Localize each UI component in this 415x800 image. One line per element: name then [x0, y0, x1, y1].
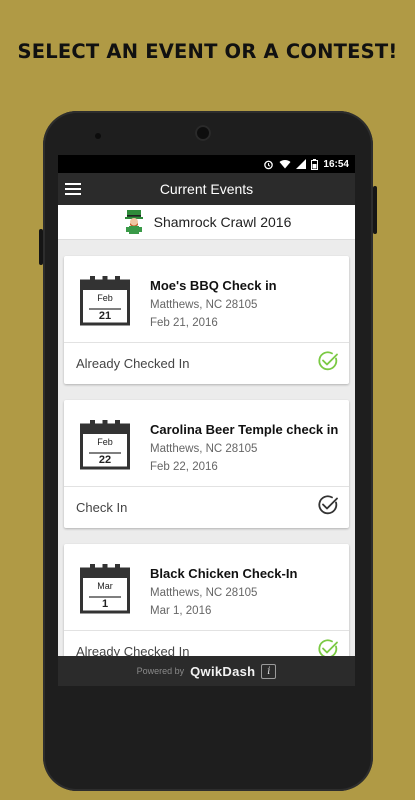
calendar-month: Feb: [97, 293, 113, 303]
event-location: Matthews, NC 28105: [150, 443, 258, 455]
event-date: Feb 22, 2016: [150, 461, 218, 473]
check-in-icon[interactable]: [317, 494, 339, 521]
calendar-icon: Feb 21: [80, 276, 130, 331]
check-in-status: Already Checked In: [76, 356, 190, 371]
checked-in-icon[interactable]: [317, 350, 339, 377]
phone-volume-button: [39, 229, 43, 265]
powered-by-footer: Powered by QwikDash i: [58, 656, 355, 686]
status-time: 16:54: [323, 158, 349, 170]
check-in-row[interactable]: Already Checked In: [64, 343, 349, 384]
card-info: Black Chicken Check-In Matthews, NC 2810…: [150, 566, 297, 623]
front-camera: [95, 133, 101, 139]
event-location: Matthews, NC 28105: [150, 299, 258, 311]
calendar-month: Mar: [97, 581, 113, 591]
event-title: Moe's BBQ Check in: [150, 278, 277, 293]
event-name: Shamrock Crawl 2016: [153, 214, 292, 230]
check-in-row[interactable]: Check In: [64, 487, 349, 528]
leprechaun-icon: [124, 210, 143, 234]
card-details: Mar 1 Black Chicken Check-In Matthews, N…: [64, 544, 349, 631]
event-date: Mar 1, 2016: [150, 605, 212, 617]
app-bar-title: Current Events: [159, 181, 254, 197]
phone-power-button: [373, 186, 377, 234]
brand-logo: QwikDash: [190, 663, 256, 679]
calendar-day: 1: [101, 598, 109, 610]
alarm-icon: [264, 160, 274, 169]
event-title: Black Chicken Check-In: [150, 566, 298, 581]
promo-headline: SELECT AN EVENT OR A CONTEST!: [17, 40, 398, 63]
event-title: Carolina Beer Temple check in: [150, 422, 339, 437]
signal-icon: [296, 159, 307, 169]
event-location: Matthews, NC 28105: [150, 587, 258, 599]
card-info: Moe's BBQ Check in Matthews, NC 28105 Fe…: [150, 278, 277, 335]
app-screen: 16:54 Current Events Shamrock Crawl 2016: [58, 155, 355, 686]
event-card[interactable]: Feb 21 Moe's BBQ Check in Matthews, NC 2…: [64, 256, 349, 384]
calendar-icon: Mar 1: [80, 564, 130, 619]
wifi-icon: [279, 159, 291, 169]
calendar-day: 21: [98, 310, 112, 322]
phone-speaker: [195, 125, 211, 141]
event-card[interactable]: Feb 22 Carolina Beer Temple check in Mat…: [64, 400, 349, 528]
event-selector[interactable]: Shamrock Crawl 2016: [58, 205, 355, 240]
app-bar: Current Events: [58, 173, 355, 205]
calendar-month: Feb: [97, 437, 113, 447]
phone-frame: 16:54 Current Events Shamrock Crawl 2016: [39, 111, 377, 791]
card-details: Feb 22 Carolina Beer Temple check in Mat…: [64, 400, 349, 487]
event-list: Feb 21 Moe's BBQ Check in Matthews, NC 2…: [58, 240, 355, 672]
card-info: Carolina Beer Temple check in Matthews, …: [150, 422, 338, 479]
status-bar: 16:54: [58, 155, 355, 173]
calendar-icon: Feb 22: [80, 420, 130, 475]
info-icon[interactable]: i: [261, 663, 277, 679]
battery-icon: [311, 158, 319, 170]
event-date: Feb 21, 2016: [150, 317, 218, 329]
hamburger-menu-icon[interactable]: [64, 180, 82, 198]
calendar-day: 22: [98, 454, 112, 466]
event-card[interactable]: Mar 1 Black Chicken Check-In Matthews, N…: [64, 544, 349, 672]
powered-by-label: Powered by: [136, 666, 185, 676]
card-details: Feb 21 Moe's BBQ Check in Matthews, NC 2…: [64, 256, 349, 343]
check-in-status: Check In: [76, 500, 128, 515]
